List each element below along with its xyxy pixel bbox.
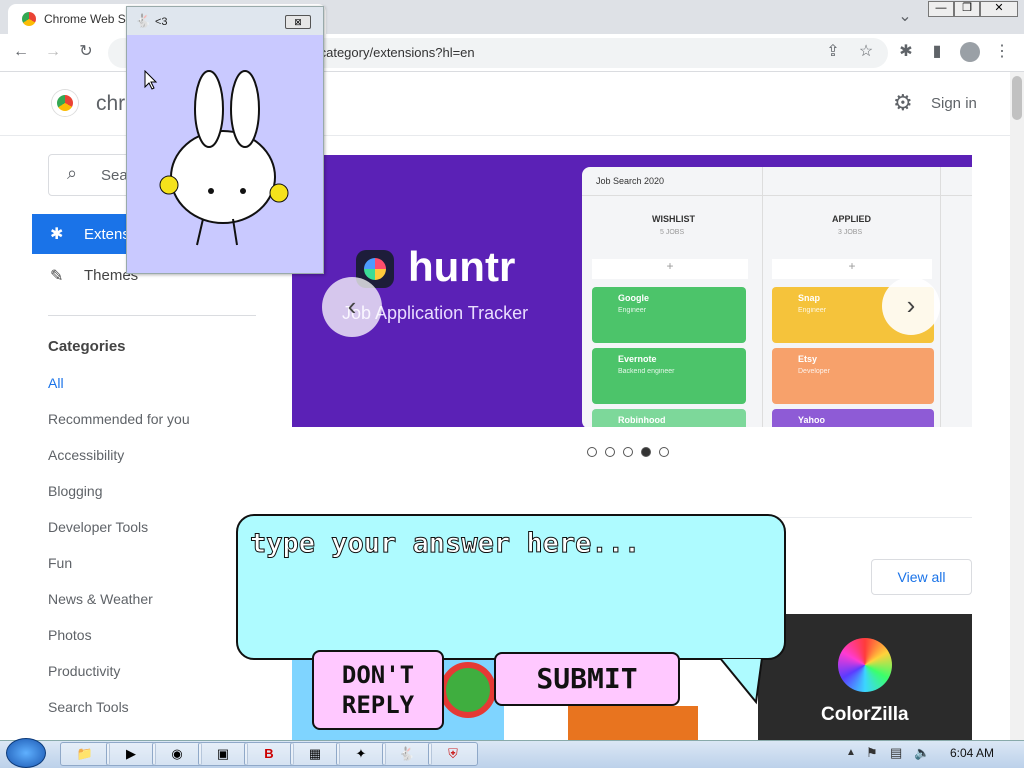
carousel-next-button[interactable]: › <box>882 277 940 335</box>
sidebar-divider <box>48 315 256 316</box>
featured-banner[interactable]: huntr Job Application Tracker Job Search… <box>292 155 972 427</box>
category-item[interactable]: Recommended for you <box>48 411 190 427</box>
taskbar-app-icon[interactable]: ▦ <box>290 742 340 766</box>
category-item[interactable]: All <box>48 375 64 391</box>
job-card: Google Engineer <box>592 287 746 343</box>
sidebar-item-label: Extens <box>84 226 130 243</box>
answer-input-placeholder[interactable]: type your answer here... <box>249 528 640 560</box>
category-item[interactable]: News & Weather <box>48 591 153 607</box>
bunny-close-button[interactable]: ⊠ <box>285 15 311 29</box>
sign-in-link[interactable]: Sign in <box>931 95 977 112</box>
featured-tile-colorzilla[interactable]: ColorZilla <box>758 614 972 740</box>
category-item[interactable]: Fun <box>48 555 72 571</box>
job-card-role: Backend engineer <box>618 368 675 375</box>
tray-volume-icon[interactable]: 🔈 <box>914 745 930 761</box>
profile-avatar[interactable] <box>960 42 980 62</box>
tray-network-icon[interactable]: ▤ <box>890 745 902 761</box>
settings-gear-icon[interactable]: ⚙ <box>893 92 913 114</box>
job-card-role: Engineer <box>618 307 647 314</box>
job-card-company: Google <box>618 293 649 303</box>
close-window-button[interactable]: ✕ <box>980 1 1018 17</box>
extensions-puzzle-icon[interactable]: ✱ <box>895 42 917 62</box>
banner-brand: huntr <box>408 243 516 290</box>
job-card: Evernote Backend engineer <box>592 348 746 404</box>
side-panel-icon[interactable]: ▮ <box>926 42 948 62</box>
start-button[interactable] <box>6 738 46 768</box>
taskbar-shield-icon[interactable]: ⛨ <box>428 742 478 766</box>
category-item[interactable]: Developer Tools <box>48 519 148 535</box>
submit-button[interactable]: SUBMIT <box>494 652 680 706</box>
column-count: 3 JOBS <box>838 229 863 236</box>
restore-button[interactable]: ❐ <box>954 1 980 17</box>
taskbar-media-icon[interactable]: ▶ <box>106 742 156 766</box>
watermelon-icon <box>440 662 496 718</box>
color-wheel-icon <box>838 638 892 692</box>
bookmark-star-icon[interactable]: ☆ <box>855 42 877 62</box>
carousel-dot[interactable] <box>641 447 651 457</box>
chrome-web-store-favicon <box>22 12 36 26</box>
menu-kebab-icon[interactable]: ⋮ <box>991 42 1013 62</box>
reload-icon[interactable]: ↻ <box>75 42 97 62</box>
carousel-dot[interactable] <box>587 447 597 457</box>
category-item[interactable]: Productivity <box>48 663 120 679</box>
taskbar-b-app-icon[interactable]: B <box>244 742 294 766</box>
colorzilla-label: ColorZilla <box>821 704 909 725</box>
category-item[interactable]: Blogging <box>48 483 103 499</box>
mouse-cursor-icon <box>144 70 158 90</box>
search-placeholder: Sea <box>101 167 128 184</box>
column-title: WISHLIST <box>652 214 695 224</box>
bubble-tail <box>718 658 764 705</box>
tab-search-icon[interactable]: ⌄ <box>894 7 916 27</box>
taskbar-tool-icon[interactable]: ✦ <box>336 742 386 766</box>
taskbar-chrome-icon[interactable]: ◉ <box>152 742 202 766</box>
taskbar-bunny-icon[interactable]: 🐇 <box>382 742 432 766</box>
category-item[interactable]: Search Tools <box>48 699 129 715</box>
job-card: Robinhood <box>592 409 746 427</box>
job-card: Etsy Developer <box>772 348 934 404</box>
store-logo-text: chr <box>96 92 126 115</box>
bunny-drawing <box>159 70 289 246</box>
taskbar-monitor-icon[interactable]: ▣ <box>198 742 248 766</box>
address-url: /category/extensions?hl=en <box>316 45 475 60</box>
carousel-dot[interactable] <box>623 447 633 457</box>
board-title: Job Search 2020 <box>596 176 665 186</box>
fox-icon <box>568 706 698 740</box>
tray-flag-icon[interactable]: ⚑ <box>866 745 878 761</box>
tray-expand-icon[interactable]: ▲ <box>846 747 856 758</box>
view-all-button[interactable]: View all <box>871 559 972 595</box>
carousel-prev-button[interactable]: ‹ <box>322 277 382 337</box>
page-scrollbar[interactable] <box>1010 72 1024 740</box>
job-card-company: Robinhood <box>618 415 666 425</box>
carousel-dot[interactable] <box>659 447 669 457</box>
bunny-app-icon: 🐇 <box>135 13 152 28</box>
back-icon[interactable]: ← <box>10 42 32 62</box>
bunny-window[interactable]: 🐇 <3 ⊠ <box>126 6 324 274</box>
bunny-window-titlebar[interactable]: 🐇 <3 ⊠ <box>127 7 323 35</box>
column-count: 5 JOBS <box>660 229 685 236</box>
column-title: APPLIED <box>832 214 872 224</box>
job-card: Yahoo <box>772 409 934 427</box>
brush-icon: ✎ <box>50 268 64 285</box>
forward-icon[interactable]: → <box>42 42 64 62</box>
taskbar-explorer-icon[interactable]: 📁 <box>60 742 110 766</box>
category-item[interactable]: Photos <box>48 627 92 643</box>
store-logo-icon[interactable] <box>52 90 78 116</box>
carousel-dot[interactable] <box>605 447 615 457</box>
job-card-company: Yahoo <box>798 415 826 425</box>
job-card-role: Developer <box>798 368 830 375</box>
categories-heading: Categories <box>48 338 126 355</box>
job-card-company: Evernote <box>618 354 657 364</box>
tab-title: Chrome Web St <box>44 12 130 26</box>
dont-reply-button[interactable]: DON'T REPLY <box>312 650 444 730</box>
job-card-company: Etsy <box>798 354 818 364</box>
bunny-window-title: <3 <box>155 16 168 28</box>
scrollbar-thumb[interactable] <box>1012 76 1022 120</box>
taskbar-clock[interactable]: 6:04 AM <box>950 746 994 760</box>
answer-bubble[interactable]: type your answer here... <box>236 514 786 660</box>
share-icon[interactable]: ⇪ <box>822 42 844 62</box>
puzzle-icon: ✱ <box>50 226 64 243</box>
search-icon: ⌕ <box>67 163 78 183</box>
minimize-button[interactable]: — <box>928 1 954 17</box>
category-item[interactable]: Accessibility <box>48 447 124 463</box>
